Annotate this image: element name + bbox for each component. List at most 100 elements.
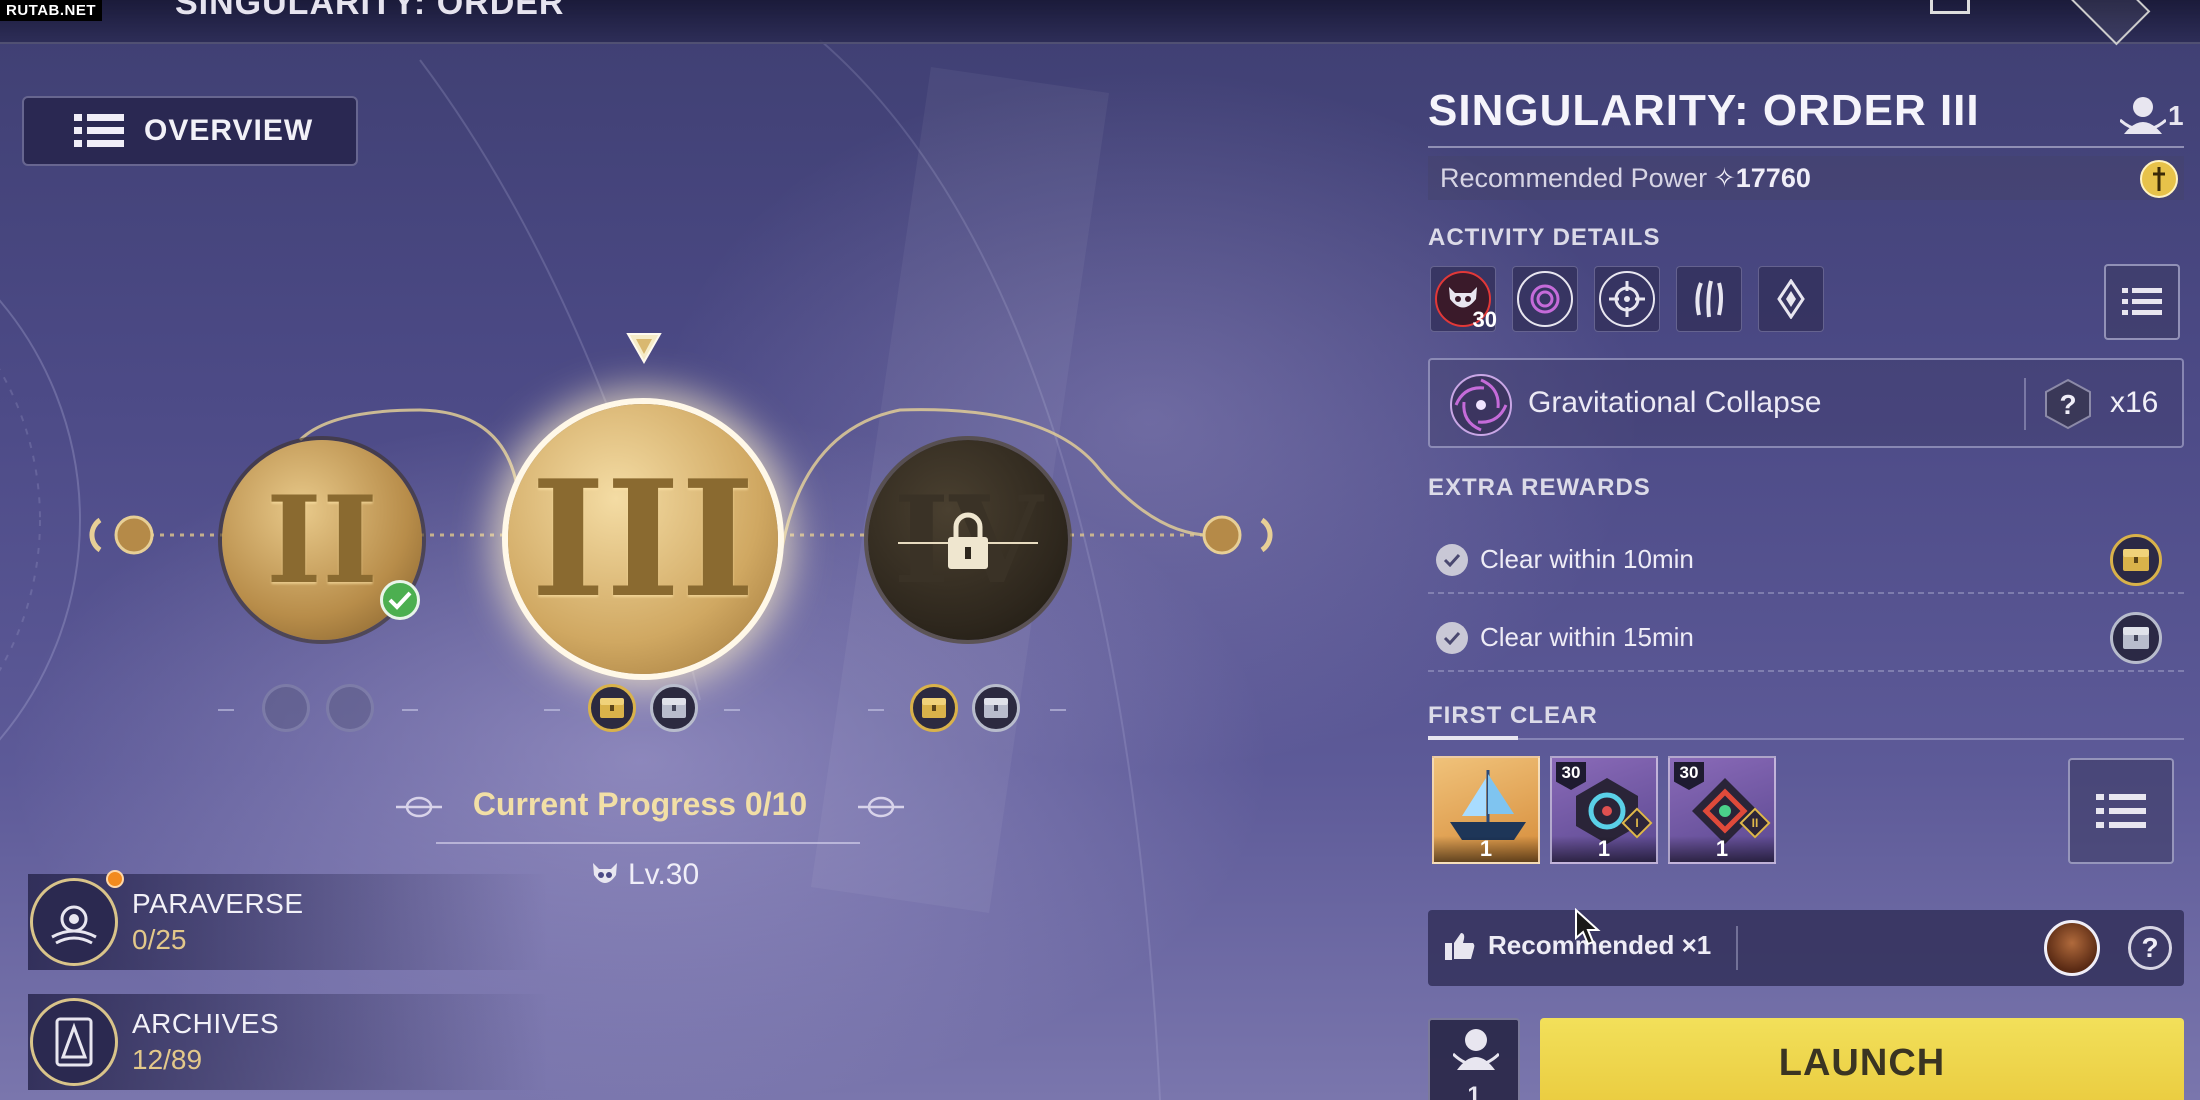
enemy-skull-icon — [593, 863, 617, 883]
first-clear-item[interactable]: 30 II 1 — [1668, 756, 1776, 864]
lock-icon — [898, 512, 1038, 569]
modifier-name: Gravitational Collapse — [1528, 386, 1822, 419]
divider — [2024, 378, 2026, 430]
paraverse-entry[interactable]: PARAVERSE 0/25 — [28, 870, 548, 970]
overview-button[interactable]: OVERVIEW — [22, 96, 358, 166]
archives-value: 12/89 — [132, 1044, 203, 1075]
activity-details-label: ACTIVITY DETAILS — [1428, 224, 1661, 251]
modifier-row[interactable]: Gravitational Collapse ? x16 — [1428, 358, 2184, 448]
stage-numeral: II — [265, 469, 379, 611]
silver-chest-icon — [972, 684, 1020, 732]
activity-details-list-button[interactable] — [2104, 264, 2180, 340]
mouse-cursor-icon — [1575, 908, 1601, 946]
divider — [544, 709, 560, 711]
first-clear-item[interactable]: 1 — [1432, 756, 1540, 864]
enemy-level-text: Lv.30 — [628, 858, 700, 891]
watermark: RUTAB.NET — [0, 0, 103, 21]
archives-title: ARCHIVES — [132, 1008, 280, 1039]
check-icon — [1436, 544, 1468, 576]
activity-icon-enemy-level[interactable]: 30 — [1430, 266, 1497, 332]
extra-reward-text: Clear within 15min — [1480, 622, 1694, 652]
list-icon — [2122, 288, 2162, 315]
gold-chest-icon — [262, 684, 310, 732]
shard-icon — [1763, 271, 1819, 327]
item-quantity: 1 — [1670, 836, 1774, 862]
squad-button[interactable]: 1 — [1428, 1018, 1520, 1100]
launch-label: LAUNCH — [1778, 1042, 1946, 1084]
avatar[interactable] — [2044, 920, 2100, 976]
squad-count: 1 — [1467, 1082, 1481, 1100]
party-size: 1 — [2120, 94, 2184, 138]
notification-dot — [106, 870, 124, 888]
thumbs-up-icon — [1445, 932, 1475, 960]
check-icon — [1436, 622, 1468, 654]
help-button[interactable]: ? — [2128, 926, 2172, 970]
bag-icon[interactable] — [1930, 0, 1970, 14]
vortex-icon — [1517, 271, 1573, 327]
recommended-power-value: 17760 — [1735, 162, 1811, 193]
unknown-reward-icon: ? — [2045, 378, 2091, 430]
first-clear-list-button[interactable] — [2068, 758, 2174, 864]
activity-icon-claw[interactable] — [1676, 266, 1742, 332]
gold-chest-icon — [910, 684, 958, 732]
activity-icon-target[interactable] — [1594, 266, 1660, 332]
target-icon — [1599, 271, 1655, 327]
divider — [1050, 709, 1066, 711]
progress-ornament-right-icon — [858, 796, 904, 818]
party-member-icon — [2120, 97, 2166, 134]
activity-icon-vortex[interactable] — [1512, 266, 1578, 332]
party-member-icon — [1453, 1029, 1499, 1070]
silver-chest-icon — [2110, 612, 2162, 664]
enemy-level: Lv.30 — [590, 858, 699, 892]
progress-divider — [436, 842, 860, 844]
paraverse-icon — [30, 878, 118, 966]
activity-title: SINGULARITY: ORDER III — [1428, 86, 1980, 135]
gravitational-collapse-icon — [1450, 374, 1512, 436]
game-screen: SINGULARITY: ORDER RUTAB.NET OVERVIEW II… — [0, 0, 2200, 1100]
silver-chest-icon — [326, 684, 374, 732]
paraverse-value: 0/25 — [132, 924, 187, 955]
launch-button[interactable]: LAUNCH — [1540, 1018, 2184, 1100]
archives-entry[interactable]: ARCHIVES 12/89 — [28, 994, 548, 1090]
extra-reward-text: Clear within 10min — [1480, 544, 1694, 574]
selected-pointer-icon — [626, 333, 662, 364]
party-count: 1 — [2168, 100, 2184, 131]
first-clear-label: FIRST CLEAR — [1428, 702, 1598, 729]
enemy-level-value: 30 — [1472, 307, 1497, 332]
gold-chest-icon — [2110, 534, 2162, 586]
recommended-power: Recommended Power ✧17760 — [1428, 156, 2184, 200]
silver-chest-icon — [650, 684, 698, 732]
divider — [402, 709, 418, 711]
title-underline — [1428, 146, 2184, 148]
stage-medal-3[interactable]: III — [508, 404, 778, 674]
first-clear-item[interactable]: 30 I 1 — [1550, 756, 1658, 864]
activity-panel: SINGULARITY: ORDER III 1 Recommended Pow… — [1420, 80, 2200, 1100]
divider — [724, 709, 740, 711]
extra-rewards-label: EXTRA REWARDS — [1428, 474, 1651, 501]
item-quantity: 1 — [1434, 836, 1538, 862]
extra-reward-row: Clear within 15min — [1428, 602, 2184, 672]
paraverse-title: PARAVERSE — [132, 888, 304, 919]
modifier-count: x16 — [2110, 386, 2159, 419]
power-sword-icon[interactable] — [2140, 160, 2178, 198]
cleared-check-icon — [380, 580, 420, 620]
top-bar-title: SINGULARITY: ORDER — [175, 0, 565, 22]
close-diamond-icon[interactable] — [2055, 0, 2151, 46]
list-icon — [74, 114, 124, 147]
claw-icon — [1681, 271, 1737, 327]
divider — [868, 709, 884, 711]
top-bar: SINGULARITY: ORDER — [0, 0, 2200, 46]
progress-label: Current Progress 0/10 — [472, 786, 808, 822]
activity-icon-shard[interactable] — [1758, 266, 1824, 332]
gold-chest-icon — [588, 684, 636, 732]
ship-icon — [1450, 770, 1526, 840]
stage-medal-4[interactable]: IV — [868, 440, 1068, 640]
recommendation-bar: Recommended ×1 ? — [1428, 910, 2184, 986]
stage-numeral: III — [530, 445, 756, 633]
power-diamond-icon: ✧ — [1713, 162, 1736, 193]
divider — [1736, 926, 1738, 970]
section-divider-highlight — [1428, 736, 1518, 740]
item-quantity: 1 — [1552, 836, 1656, 862]
list-icon — [2096, 794, 2146, 828]
svg-text:?: ? — [2059, 389, 2076, 420]
